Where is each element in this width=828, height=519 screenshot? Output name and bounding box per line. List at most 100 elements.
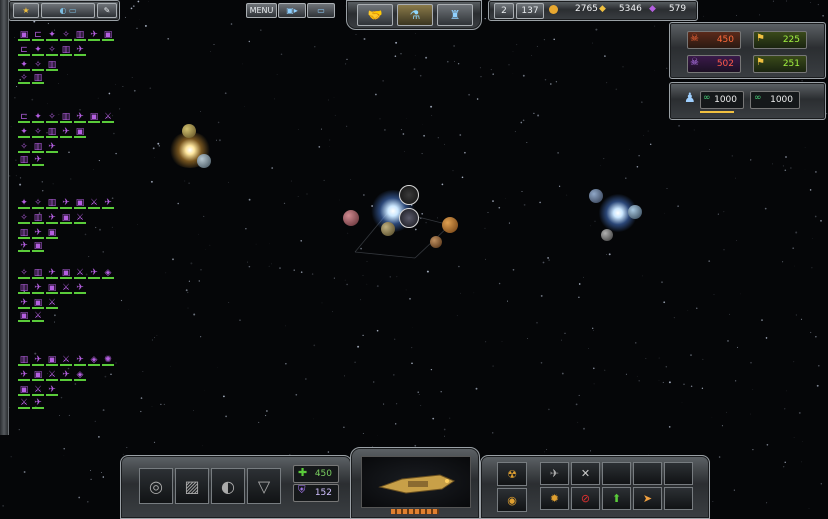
planet[interactable] xyxy=(197,154,211,168)
scoreboard-button[interactable]: ▣▸ xyxy=(278,3,306,18)
empire-tree-item[interactable]: ⊏ xyxy=(18,45,30,57)
empire-tree-item[interactable]: ⚔ xyxy=(18,398,30,410)
zoom-icon[interactable]: ✎ xyxy=(97,3,117,18)
stance-icon[interactable]: ◐ xyxy=(211,468,245,504)
menu-button[interactable]: MENU xyxy=(246,3,277,18)
empire-tree-item[interactable]: ✦ xyxy=(18,127,30,139)
empire-tree-item[interactable]: ✈ xyxy=(46,385,58,397)
empire-tree-item[interactable]: ▥ xyxy=(60,112,72,124)
empire-tree-item[interactable]: ▣ xyxy=(102,30,114,42)
empire-tree-item[interactable]: ⚔ xyxy=(74,213,86,225)
empire-tree-item[interactable]: ✈ xyxy=(88,30,100,42)
empire-tree-item[interactable]: ▣ xyxy=(88,112,100,124)
empire-tree-item[interactable]: ✈ xyxy=(46,268,58,280)
planet[interactable] xyxy=(381,222,395,236)
empire-tree-item[interactable]: ▣ xyxy=(46,355,58,367)
nuke-icon[interactable]: ☢ xyxy=(497,462,527,486)
command-slot-5[interactable] xyxy=(664,462,693,485)
empire-tree-item[interactable]: ▣ xyxy=(74,198,86,210)
empire-tree-item[interactable]: ✈ xyxy=(88,268,100,280)
empire-tree-item[interactable]: ✈ xyxy=(32,283,44,295)
empire-tree-item[interactable]: ▣ xyxy=(32,370,44,382)
empire-tree-item[interactable]: ▥ xyxy=(46,60,58,72)
empire-tree-item[interactable]: ▥ xyxy=(18,355,30,367)
empire-tree-item[interactable]: ▣ xyxy=(32,298,44,310)
empire-tree-item[interactable]: ✧ xyxy=(46,112,58,124)
planet[interactable] xyxy=(430,236,442,248)
command-slot-8[interactable]: ⬆ xyxy=(602,487,631,510)
empire-tree-item[interactable]: ▣ xyxy=(74,127,86,139)
empire-tree-item[interactable]: ▣ xyxy=(18,311,30,323)
empire-tree-item[interactable]: ⚔ xyxy=(46,298,58,310)
empire-tree-item[interactable]: ▣ xyxy=(46,283,58,295)
empire-tree-item[interactable]: ⚔ xyxy=(60,283,72,295)
stop-icon[interactable]: ▽ xyxy=(247,468,281,504)
empire-tree-item[interactable]: ▥ xyxy=(18,228,30,240)
empire-tree-item[interactable]: ▥ xyxy=(32,268,44,280)
planet[interactable] xyxy=(601,229,613,241)
empire-tree-item[interactable]: ✺ xyxy=(102,355,114,367)
empire-tree-item[interactable]: ✈ xyxy=(32,155,44,167)
empire-tree-item[interactable]: ✈ xyxy=(18,298,30,310)
empire-tree-item[interactable]: ▣ xyxy=(60,268,72,280)
empire-tree-item[interactable]: ▥ xyxy=(46,127,58,139)
planet-orbit-selected[interactable] xyxy=(399,185,419,205)
empire-tree-item[interactable]: ✈ xyxy=(102,198,114,210)
empire-tree-item[interactable]: ✈ xyxy=(60,370,72,382)
empire-tree-item[interactable]: ✈ xyxy=(46,213,58,225)
options-button[interactable]: ▭ xyxy=(307,3,335,18)
empire-tree-item[interactable]: ⚔ xyxy=(102,112,114,124)
planet-orbit-selected-2[interactable] xyxy=(399,208,419,228)
empire-tree-item[interactable]: ▣ xyxy=(46,228,58,240)
empire-tree-item[interactable]: ✧ xyxy=(46,45,58,57)
empire-tree-item[interactable]: ✈ xyxy=(32,228,44,240)
target-icon[interactable]: ◎ xyxy=(139,468,173,504)
planet[interactable] xyxy=(628,205,642,219)
empire-tree-item[interactable]: ✈ xyxy=(18,241,30,253)
empire-tree-item[interactable]: ◈ xyxy=(102,268,114,280)
empire-icon[interactable]: ★ xyxy=(13,3,39,18)
empire-tree-item[interactable]: ✈ xyxy=(60,198,72,210)
empire-tree-item[interactable]: ▥ xyxy=(74,30,86,42)
empire-tree-item[interactable]: ✦ xyxy=(18,198,30,210)
empire-tree-item[interactable]: ⚔ xyxy=(32,385,44,397)
planet[interactable] xyxy=(182,124,196,138)
empire-tree-item[interactable]: ✈ xyxy=(74,283,86,295)
empire-tree-item[interactable]: ▥ xyxy=(32,142,44,154)
empire-tree-item[interactable]: ✧ xyxy=(32,198,44,210)
empire-tree-item[interactable]: ✧ xyxy=(32,60,44,72)
empire-tree-item[interactable]: ✈ xyxy=(74,355,86,367)
empire-tree-item[interactable]: ▥ xyxy=(60,45,72,57)
empire-tree-item[interactable]: ✧ xyxy=(18,268,30,280)
empire-tree-item[interactable]: ✧ xyxy=(32,127,44,139)
command-slot-9[interactable]: ➤ xyxy=(633,487,662,510)
formation-icon[interactable]: ▨ xyxy=(175,468,209,504)
empire-tree-item[interactable]: ⚔ xyxy=(32,311,44,323)
planet[interactable] xyxy=(442,217,458,233)
empire-tree-item[interactable]: ⚔ xyxy=(74,268,86,280)
command-slot-3[interactable] xyxy=(602,462,631,485)
empire-tree-scrollbar[interactable] xyxy=(0,0,9,435)
empire-tree-item[interactable]: ✈ xyxy=(74,112,86,124)
command-slot-7[interactable]: ⊘ xyxy=(571,487,600,510)
planet-view-button[interactable]: ◐ ▭ xyxy=(41,3,95,18)
empire-tree-item[interactable]: ◈ xyxy=(88,355,100,367)
command-slot-1[interactable]: ✈ xyxy=(540,462,569,485)
empire-tree-item[interactable]: ▣ xyxy=(18,30,30,42)
empire-tree-item[interactable]: ◈ xyxy=(74,370,86,382)
empire-tree-item[interactable]: ✈ xyxy=(18,370,30,382)
empire-tree-item[interactable]: ✈ xyxy=(46,142,58,154)
research-icon[interactable]: ⚗ xyxy=(397,4,433,26)
command-slot-10[interactable] xyxy=(664,487,693,510)
ability-icon[interactable]: ◉ xyxy=(497,488,527,512)
planet[interactable] xyxy=(589,189,603,203)
empire-tree-item[interactable]: ✈ xyxy=(60,127,72,139)
empire-tree-item[interactable]: ✦ xyxy=(32,112,44,124)
empire-tree-item[interactable]: ✦ xyxy=(46,30,58,42)
empire-tree-item[interactable]: ▥ xyxy=(46,198,58,210)
empire-tree-item[interactable]: ✧ xyxy=(18,142,30,154)
empire-tree-item[interactable]: ▣ xyxy=(32,241,44,253)
empire-tree-item[interactable]: ⚔ xyxy=(60,355,72,367)
empire-tree-item[interactable]: ✧ xyxy=(60,30,72,42)
empire-tree-item[interactable]: ⚔ xyxy=(88,198,100,210)
